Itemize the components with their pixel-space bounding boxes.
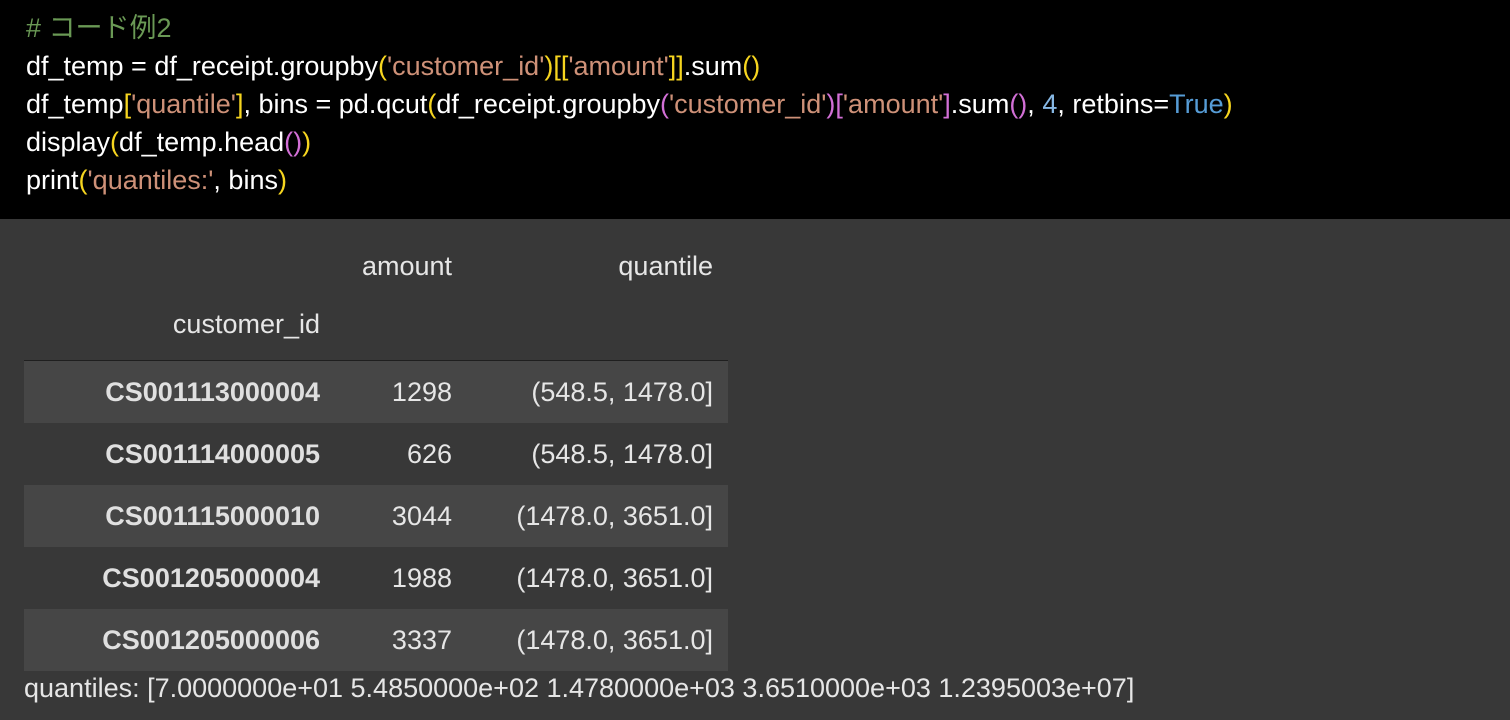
cell-amount: 626 <box>406 439 452 469</box>
code-token: df_temp.head <box>119 127 285 157</box>
column-header-amount: amount <box>361 251 452 281</box>
code-token: .sum <box>950 89 1010 119</box>
print-output-text: quantiles: [7.0000000e+01 5.4850000e+02 … <box>24 673 1135 703</box>
code-token: , bins = pd.qcut <box>243 89 428 119</box>
row-index: CS001205000004 <box>102 563 320 593</box>
code-token: df_temp = df_receipt.groupby <box>26 51 378 81</box>
table-row: CS001114000005 626 (548.5, 1478.0] <box>24 423 728 485</box>
code-line-2[interactable]: df_temp = df_receipt.groupby('customer_i… <box>26 47 760 85</box>
code-token: df_temp <box>26 89 124 119</box>
code-string: 'quantiles:' <box>87 165 214 195</box>
index-header-row: customer_id <box>24 279 728 361</box>
code-string: 'customer_id' <box>669 89 827 119</box>
table-row: CS001113000004 1298 (548.5, 1478.0] <box>24 361 728 423</box>
code-bracket: ( <box>660 89 670 119</box>
code-bracket: ( <box>377 51 387 81</box>
dataframe-table: amount quantile customer_id CS0011130000… <box>24 219 728 671</box>
code-token: , <box>1027 89 1043 119</box>
cell-quantile: (1478.0, 3651.0] <box>516 501 713 531</box>
code-token: df_receipt.groupby <box>436 89 661 119</box>
code-string: 'customer_id' <box>386 51 545 81</box>
table-header-row: amount quantile <box>24 219 728 281</box>
code-token: display <box>26 127 111 157</box>
code-line-5[interactable]: print('quantiles:', bins) <box>26 161 287 199</box>
code-cell[interactable]: # コード例2 df_temp = df_receipt.groupby('cu… <box>0 0 1510 219</box>
code-bracket: ) <box>1223 89 1233 119</box>
code-line-3[interactable]: df_temp['quantile'], bins = pd.qcut(df_r… <box>26 85 1233 123</box>
code-bracket: [[ <box>553 51 569 81</box>
table-row: CS001205000004 1988 (1478.0, 3651.0] <box>24 547 728 609</box>
code-bracket: ] <box>943 89 951 119</box>
code-bracket: () <box>1009 89 1028 119</box>
cell-amount: 1298 <box>391 377 452 407</box>
code-bracket: ) <box>302 127 312 157</box>
cell-quantile: (1478.0, 3651.0] <box>516 563 713 593</box>
cell-quantile: (548.5, 1478.0] <box>531 377 713 407</box>
cell-quantile: (548.5, 1478.0] <box>531 439 713 469</box>
index-name-header: customer_id <box>172 309 320 339</box>
code-bracket: [ <box>835 89 843 119</box>
column-header-quantile: quantile <box>618 251 713 281</box>
code-string: 'amount' <box>568 51 669 81</box>
row-index: CS001114000005 <box>105 439 320 469</box>
code-string: 'quantile' <box>131 89 236 119</box>
table-row: CS001115000010 3044 (1478.0, 3651.0] <box>24 485 728 547</box>
code-token: , retbins= <box>1057 89 1170 119</box>
code-bracket: () <box>742 51 761 81</box>
cell-quantile: (1478.0, 3651.0] <box>516 625 713 655</box>
code-bracket: [ <box>123 89 132 119</box>
cell-amount: 3044 <box>391 501 452 531</box>
row-index: CS001205000006 <box>102 625 320 655</box>
table-row: CS001205000006 3337 (1478.0, 3651.0] <box>24 609 728 671</box>
cell-amount: 1988 <box>391 563 452 593</box>
code-bracket: ) <box>277 165 287 195</box>
row-index: CS001115000010 <box>105 501 320 531</box>
code-bracket: () <box>284 127 303 157</box>
code-bracket: ( <box>78 165 88 195</box>
row-index: CS001113000004 <box>105 377 320 407</box>
code-line-4[interactable]: display(df_temp.head()) <box>26 123 311 161</box>
code-line-1[interactable]: # コード例2 <box>26 9 172 47</box>
cell-amount: 3337 <box>391 625 452 655</box>
code-number: 4 <box>1042 89 1058 119</box>
cell-output: amount quantile customer_id CS0011130000… <box>0 219 1510 720</box>
code-bracket: ( <box>427 89 437 119</box>
code-string: 'amount' <box>842 89 944 119</box>
code-bracket: ]] <box>668 51 684 81</box>
code-token: .sum <box>683 51 743 81</box>
code-comment: # コード例2 <box>26 13 172 43</box>
code-token: , bins <box>213 165 278 195</box>
code-bracket: ) <box>544 51 554 81</box>
code-bracket: ( <box>110 127 120 157</box>
code-token: print <box>26 165 79 195</box>
code-keyword: True <box>1169 89 1224 119</box>
